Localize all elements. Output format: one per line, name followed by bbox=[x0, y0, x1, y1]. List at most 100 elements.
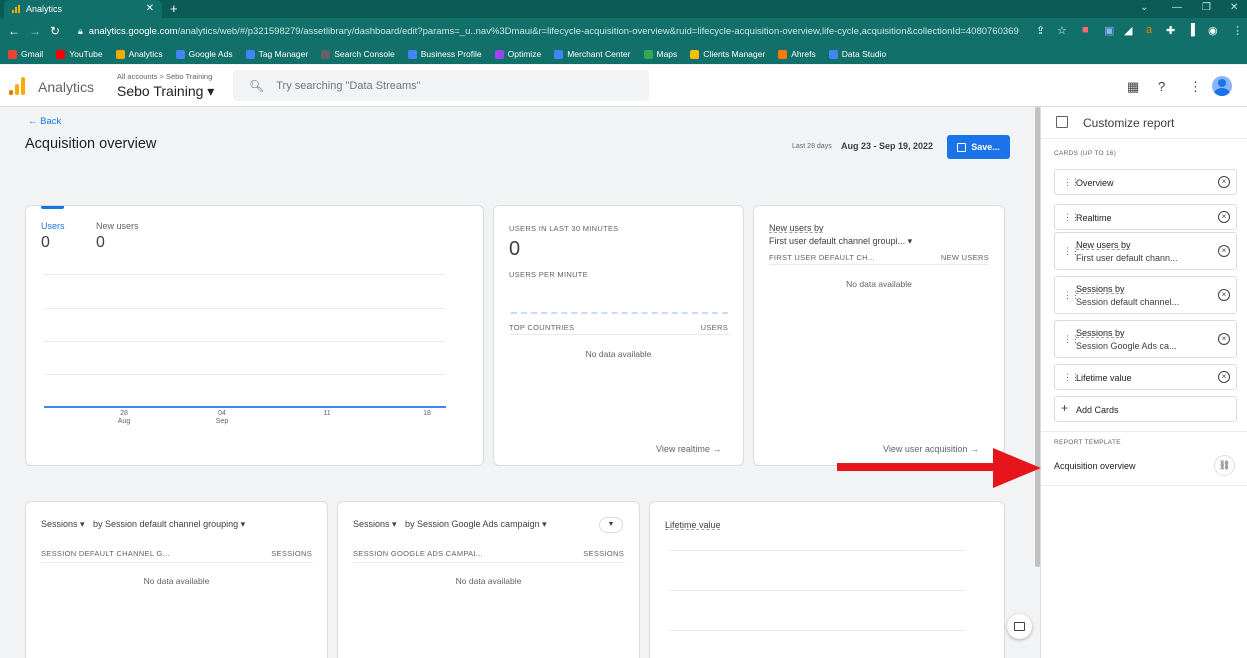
report-card-item[interactable]: ⋮⋮ Sessions by Session Google Ads ca... × bbox=[1054, 320, 1237, 358]
url-field[interactable]: 🔒︎ analytics.google.com /analytics/web/#… bbox=[70, 22, 1045, 41]
bookmark-star-icon[interactable]: ☆ bbox=[1057, 24, 1067, 37]
browser-menu-icon[interactable]: ⋮ bbox=[1232, 24, 1243, 37]
view-user-acquisition-link[interactable]: View user acquisition → bbox=[883, 444, 979, 454]
col-top-countries: TOP COUNTRIES bbox=[509, 323, 575, 332]
col-new-users: NEW USERS bbox=[940, 253, 989, 262]
account-breadcrumb[interactable]: All accounts > Sebo Training bbox=[117, 72, 212, 81]
extensions-puzzle-icon[interactable]: ✚ bbox=[1166, 24, 1175, 37]
add-cards-button[interactable]: + Add Cards bbox=[1054, 396, 1237, 422]
bookmark-favicon-icon bbox=[778, 49, 788, 59]
ahrefs-extension-icon[interactable]: a bbox=[1146, 24, 1152, 36]
x-tick-label: 28 Aug bbox=[114, 410, 134, 426]
card-title: Lifetime value bbox=[665, 520, 721, 530]
unlink-template-icon[interactable]: ⛓ bbox=[1214, 455, 1235, 476]
extension-icon[interactable]: ◢ bbox=[1124, 24, 1132, 37]
avatar[interactable] bbox=[1212, 76, 1232, 96]
bookmark-label: YouTube bbox=[69, 49, 103, 59]
url-host: analytics.google.com bbox=[88, 26, 178, 37]
extension-icon[interactable]: ■ bbox=[1082, 24, 1089, 36]
x-tick-day: 28 bbox=[120, 410, 128, 417]
tab-new-users[interactable]: New users bbox=[96, 221, 139, 231]
window-close-icon[interactable]: ✕ bbox=[1230, 2, 1238, 13]
report-card-item[interactable]: ⋮⋮ Overview × bbox=[1054, 169, 1237, 195]
back-arrow-icon[interactable]: ← bbox=[8, 24, 20, 38]
bookmark-label: Maps bbox=[656, 49, 678, 59]
apps-grid-icon[interactable]: ▦ bbox=[1127, 79, 1139, 95]
search-bar[interactable]: 🔍︎ bbox=[233, 70, 649, 101]
bookmark-favicon-icon bbox=[828, 49, 838, 59]
report-card-item[interactable]: ⋮⋮ Sessions by Session default channel... × bbox=[1054, 276, 1237, 314]
save-button[interactable]: Save... bbox=[947, 135, 1010, 159]
remove-card-icon[interactable]: × bbox=[1218, 289, 1230, 301]
gridline bbox=[668, 550, 966, 551]
bookmark-item[interactable]: Search Console bbox=[321, 49, 395, 59]
bookmark-label: Data Studio bbox=[841, 49, 887, 59]
col-sessions: SESSIONS bbox=[271, 549, 312, 558]
side-panel-icon[interactable]: ▐ bbox=[1187, 24, 1195, 36]
tab-close-icon[interactable]: ✕ bbox=[146, 3, 154, 14]
reload-icon[interactable]: ↻ bbox=[50, 24, 60, 38]
bookmark-item[interactable]: Google Ads bbox=[175, 49, 233, 59]
view-realtime-link[interactable]: View realtime → bbox=[656, 444, 721, 454]
app-name: Analytics bbox=[38, 79, 95, 95]
browser-tab[interactable]: Analytics ✕ bbox=[4, 0, 162, 18]
url-path: /analytics/web/#/p321598279/assetlibrary… bbox=[177, 26, 1019, 37]
report-card-item[interactable]: ⋮⋮ Realtime × bbox=[1054, 204, 1237, 230]
bookmark-item[interactable]: Data Studio bbox=[828, 49, 887, 59]
bookmark-favicon-icon bbox=[554, 49, 564, 59]
card-item-label: Sessions by bbox=[1076, 328, 1125, 338]
address-bar-row: ← → ↻ 🔒︎ analytics.google.com /analytics… bbox=[0, 18, 1247, 44]
share-icon[interactable]: ⇪ bbox=[1036, 24, 1045, 37]
more-vert-icon[interactable]: ⋮ bbox=[1189, 79, 1202, 95]
lock-icon: 🔒︎ bbox=[78, 26, 83, 36]
bookmark-item[interactable]: Optimize bbox=[494, 49, 542, 59]
bookmark-item[interactable]: Tag Manager bbox=[245, 49, 308, 59]
bookmark-label: Optimize bbox=[507, 49, 542, 59]
search-input[interactable] bbox=[276, 79, 637, 92]
bookmark-item[interactable]: Ahrefs bbox=[778, 49, 816, 59]
dimension-selector[interactable]: First user default channel groupi... ▾ bbox=[769, 236, 912, 247]
bookmark-item[interactable]: YouTube bbox=[56, 49, 103, 59]
metric-selector[interactable]: Sessions ▾ bbox=[353, 519, 397, 530]
profile-icon[interactable]: ◉ bbox=[1208, 24, 1218, 37]
dimension-selector[interactable]: by Session Google Ads campaign ▾ bbox=[405, 519, 547, 530]
back-link[interactable]: ← Back bbox=[28, 116, 61, 127]
no-data-text: No data available bbox=[846, 279, 912, 289]
col-dimension: SESSION DEFAULT CHANNEL G... bbox=[41, 549, 170, 558]
property-selector[interactable]: Sebo Training ▾ bbox=[117, 83, 214, 100]
report-card-item[interactable]: ⋮⋮ New users by First user default chann..… bbox=[1054, 232, 1237, 270]
feedback-button[interactable] bbox=[1007, 614, 1032, 639]
report-card-item[interactable]: ⋮⋮ Lifetime value × bbox=[1054, 364, 1237, 390]
remove-card-icon[interactable]: × bbox=[1218, 333, 1230, 345]
bookmark-item[interactable]: Gmail bbox=[8, 49, 43, 59]
bookmark-item[interactable]: Analytics bbox=[115, 49, 163, 59]
bookmark-item[interactable]: Clients Manager bbox=[690, 49, 765, 59]
tab-users[interactable]: Users bbox=[41, 221, 65, 231]
x-tick-label: 11 bbox=[317, 410, 337, 418]
bookmark-label: Business Profile bbox=[420, 49, 482, 59]
extension-icon[interactable]: ▣ bbox=[1104, 24, 1114, 37]
date-range-selector[interactable]: Aug 23 - Sep 19, 2022 bbox=[841, 141, 933, 151]
annotation-arrow-shaft bbox=[837, 463, 997, 471]
restore-icon[interactable]: ❐ bbox=[1202, 2, 1211, 13]
remove-card-icon[interactable]: × bbox=[1218, 371, 1230, 383]
realtime-label: USERS IN LAST 30 MINUTES bbox=[509, 224, 619, 233]
metric-selector[interactable]: Sessions ▾ bbox=[41, 519, 85, 530]
forward-arrow-icon[interactable]: → bbox=[29, 24, 41, 38]
new-tab-button[interactable]: + bbox=[170, 1, 178, 16]
help-icon[interactable]: ? bbox=[1158, 79, 1165, 94]
remove-card-icon[interactable]: × bbox=[1218, 245, 1230, 257]
gridline bbox=[44, 274, 445, 275]
divider bbox=[1041, 138, 1247, 139]
dimension-selector[interactable]: by Session default channel grouping ▾ bbox=[93, 519, 245, 530]
tab-search-icon[interactable]: ⌄ bbox=[1140, 2, 1148, 13]
bookmark-label: Ahrefs bbox=[791, 49, 816, 59]
remove-card-icon[interactable]: × bbox=[1218, 211, 1230, 223]
bookmark-item[interactable]: Merchant Center bbox=[554, 49, 631, 59]
bookmark-item[interactable]: Maps bbox=[643, 49, 678, 59]
remove-card-icon[interactable]: × bbox=[1218, 176, 1230, 188]
bookmark-item[interactable]: Business Profile bbox=[407, 49, 482, 59]
divider bbox=[1041, 431, 1247, 432]
minimize-icon[interactable]: — bbox=[1172, 2, 1182, 13]
filter-icon[interactable]: ▼ bbox=[599, 517, 623, 533]
